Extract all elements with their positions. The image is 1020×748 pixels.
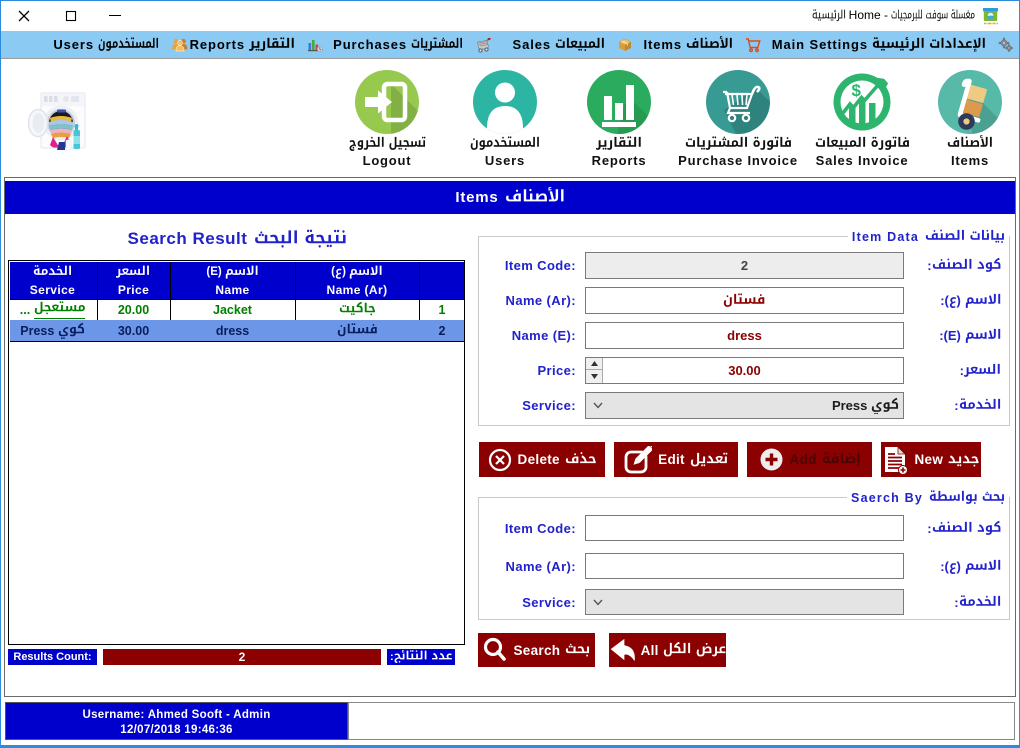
svg-text:$: $ [852,81,862,100]
